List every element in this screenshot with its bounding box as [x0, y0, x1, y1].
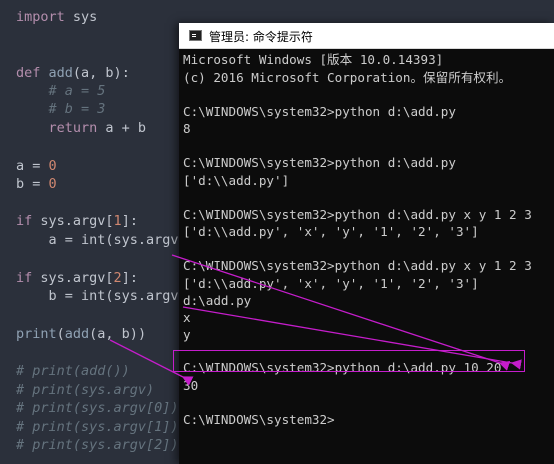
code-token: return [16, 120, 98, 136]
code-line-a-eq: a = 0 [16, 157, 57, 175]
console-line: x [183, 310, 191, 325]
code-line-cm4: # print(sys.argv[1]) [16, 418, 179, 436]
code-line-cm-a: # a = 5 [16, 82, 106, 100]
console-line: y [183, 327, 191, 342]
console-line: 8 [183, 121, 191, 136]
code-token: 0 [48, 158, 57, 174]
code-token: add [64, 326, 90, 342]
code-line-cm-b: # b = 3 [16, 100, 106, 118]
code-token: ( [56, 326, 65, 342]
code-token: a + b [97, 120, 147, 136]
console-line: Microsoft Windows [版本 10.0.14393] [183, 52, 444, 67]
code-token: a = [16, 158, 49, 174]
code-token: ]: [121, 270, 138, 286]
code-token: sys.argv[ [32, 270, 114, 286]
code-line-return: return a + b [16, 119, 147, 137]
code-token: add [48, 65, 73, 81]
console-line: C:\WINDOWS\system32> [183, 412, 335, 427]
code-line-assign2: b = int(sys.argv[2 [16, 287, 195, 305]
code-token: (a, b): [72, 65, 130, 81]
code-token: # print(sys.argv[1]) [16, 419, 179, 435]
code-line-b-eq: b = 0 [16, 175, 57, 193]
code-token: sys [64, 9, 98, 25]
console-line: C:\WINDOWS\system32>python d:\add.py [183, 104, 456, 119]
console-line: ['d:\\add.py', 'x', 'y', '1', '2', '3'] [183, 224, 479, 239]
code-line-if2: if sys.argv[2]: [16, 269, 138, 287]
code-line-print: print(add(a, b)) [16, 325, 146, 343]
code-token: if [16, 213, 33, 229]
code-token: # print(add()) [16, 363, 130, 379]
code-token: ]: [121, 213, 138, 229]
console-line: C:\WINDOWS\system32>python d:\add.py x y… [183, 207, 532, 222]
code-token: def [16, 65, 41, 81]
code-token: 0 [48, 176, 57, 192]
code-token: # print(sys.argv[0]) [16, 400, 179, 416]
code-token: print [16, 326, 57, 342]
code-token: import [16, 9, 65, 25]
code-line-assign1: a = int(sys.argv[1 [16, 231, 195, 249]
code-token: a = int(sys.argv[1 [16, 232, 195, 248]
console-line: (c) 2016 Microsoft Corporation。保留所有权利。 [183, 70, 512, 85]
console-title-bar[interactable]: 管理员: 命令提示符 [179, 23, 554, 49]
code-token: if [16, 270, 33, 286]
command-prompt-window[interactable]: 管理员: 命令提示符 Microsoft Windows [版本 10.0.14… [179, 23, 554, 464]
code-token: b = [16, 176, 49, 192]
code-token: 2 [113, 270, 122, 286]
console-line: d:\add.py [183, 293, 252, 308]
code-token: sys.argv[ [32, 213, 114, 229]
code-token: (a, b)) [89, 326, 147, 342]
code-token: 1 [113, 213, 122, 229]
cmd-icon [189, 30, 202, 41]
code-token: b = int(sys.argv[2 [16, 288, 195, 304]
code-token: # print(sys.argv) [16, 382, 155, 398]
console-line: ['d:\\add.py', 'x', 'y', '1', '2', '3'] [183, 276, 479, 291]
code-token: # print(sys.argv[2]) [16, 437, 179, 453]
console-line: ['d:\\add.py'] [183, 173, 290, 188]
console-line: C:\WINDOWS\system32>python d:\add.py x y… [183, 258, 532, 273]
code-line-cm2: # print(sys.argv) [16, 381, 154, 399]
console-title: 管理员: 命令提示符 [209, 30, 313, 44]
code-line-if1: if sys.argv[1]: [16, 212, 138, 230]
code-line-cm5: # print(sys.argv[2]) [16, 436, 179, 454]
code-token: # b = 3 [16, 101, 106, 117]
code-line-def: def add(a, b): [16, 64, 130, 82]
code-line-import: import sys [16, 8, 97, 26]
code-token: # a = 5 [16, 83, 106, 99]
console-line: 30 [183, 378, 199, 393]
console-line: C:\WINDOWS\system32>python d:\add.py [183, 155, 456, 170]
console-line: C:\WINDOWS\system32>python d:\add.py 10 … [183, 360, 502, 375]
code-line-cm1: # print(add()) [16, 362, 130, 380]
code-line-cm3: # print(sys.argv[0]) [16, 399, 179, 417]
